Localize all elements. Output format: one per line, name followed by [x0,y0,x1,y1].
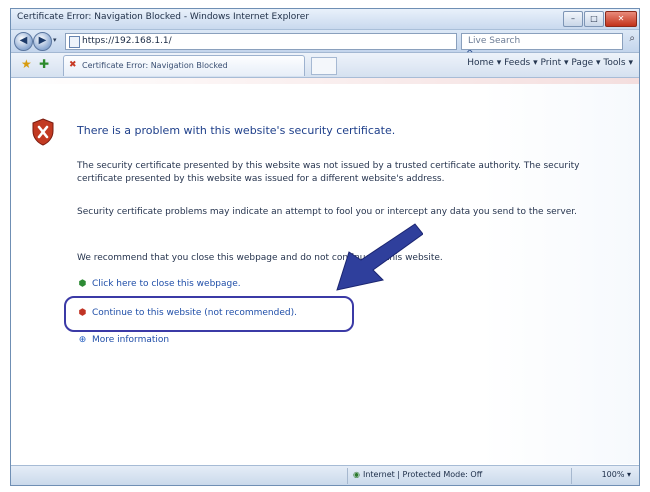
address-row: ◀ ▶ ▾ https://192.168.1.1/ ↻ ✕ Live Sear… [11,30,639,56]
maximize-button[interactable]: □ [584,11,604,27]
page-content: There is a problem with this website's s… [11,78,639,464]
search-icon[interactable]: ⌕ [629,33,635,44]
back-arrow-icon[interactable]: ◀ [14,32,33,51]
expand-chevron-icon: ⊕ [78,335,87,345]
status-bar: ◉ Internet | Protected Mode: Off 100% ▾ [11,465,639,485]
forward-arrow-icon[interactable]: ▶ [33,32,52,51]
shield-error-icon [32,118,54,146]
tab-label: Certificate Error: Navigation Blocked [82,61,228,70]
page-icon [69,36,80,48]
security-zone[interactable]: ◉ Internet | Protected Mode: Off [353,470,482,479]
search-input[interactable]: Live Search [461,33,623,50]
window-title: Certificate Error: Navigation Blocked - … [17,12,310,22]
pointer-arrow-icon [336,223,423,291]
cert-issue-text: The security certificate presented by th… [77,161,580,184]
globe-icon: ◉ [353,470,360,479]
highlight-outline [64,296,354,332]
favorites-star-icon[interactable]: ★ [21,57,32,71]
search-placeholder: Live Search [468,36,521,46]
browser-window: Certificate Error: Navigation Blocked - … [10,8,640,486]
address-field[interactable]: https://192.168.1.1/ ↻ ✕ [65,33,474,56]
close-webpage-label[interactable]: Click here to close this webpage. [92,279,241,289]
new-tab-button[interactable] [311,57,337,75]
more-information-label[interactable]: More information [92,335,169,345]
command-bar: ★ ✚ ✖ Certificate Error: Navigation Bloc… [11,53,639,78]
page-title: There is a problem with this website's s… [77,124,396,137]
title-bar: Certificate Error: Navigation Blocked - … [11,9,639,30]
tab-certificate-error[interactable]: ✖ Certificate Error: Navigation Blocked [63,55,305,76]
status-divider [347,468,348,484]
security-zone-label: Internet | Protected Mode: Off [362,470,483,479]
error-tab-icon: ✖ [69,60,77,70]
window-controls: – □ ✕ [563,11,637,27]
add-favorites-icon[interactable]: ✚ [39,57,49,71]
close-button[interactable]: ✕ [605,11,637,27]
history-dropdown-icon[interactable]: ▾ [53,36,57,44]
status-divider [571,468,572,484]
url-text[interactable]: https://192.168.1.1/ [82,36,172,46]
content-top-stripe [11,78,639,84]
green-shield-icon: ⬢ [78,279,87,289]
command-menus[interactable]: Home ▾ Feeds ▾ Print ▾ Page ▾ Tools ▾ [467,58,633,68]
more-information-link[interactable]: ⊕ More information [77,335,169,345]
close-webpage-link[interactable]: ⬢ Click here to close this webpage. [77,279,241,289]
minimize-button[interactable]: – [563,11,583,27]
zoom-level[interactable]: 100% ▾ [602,470,631,479]
